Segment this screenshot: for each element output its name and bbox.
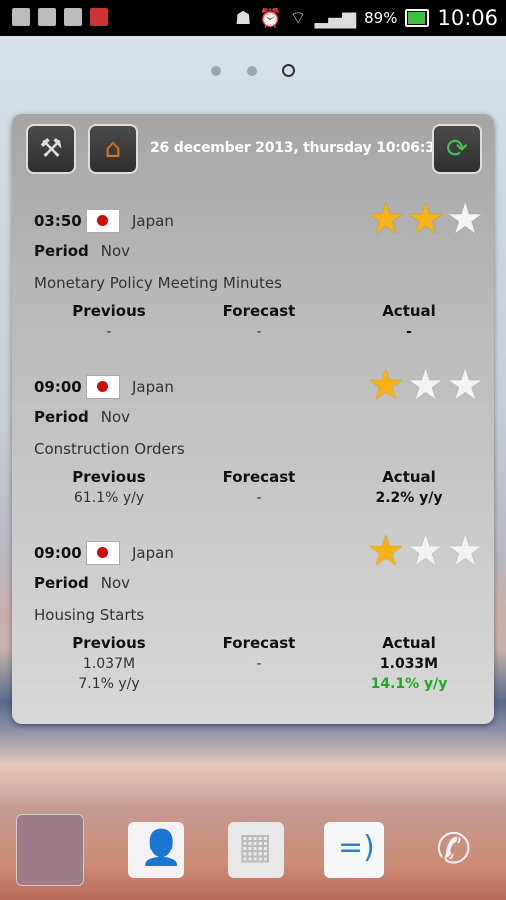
event-country: Japan [132,378,174,396]
clock: 10:06 [437,6,498,30]
grid-icon: ▦ [238,826,273,867]
japan-flag-icon [86,375,120,399]
forecast-value: - [256,324,262,340]
refresh-icon: ⟳ [446,134,468,164]
homescreen-page-indicator [0,60,506,79]
phone-icon: ✆ [436,824,472,873]
previous-value: 1.037M [82,656,136,672]
importance-stars: ★ ★ ★ [367,364,484,406]
widget-date: 26 december 2013, thursday 10:06:39 [150,140,445,156]
page-dot[interactable] [246,65,257,76]
period-value: Nov [100,242,131,260]
forecast-header: Forecast [222,634,296,652]
event-name: Construction Orders [34,440,185,458]
android-icon: ☗ [235,7,252,29]
forecast-value: - [256,656,262,672]
system-icons: ☗ ⏰ ⌔ ▂▄▆ 89% 10:06 [235,6,498,30]
star-empty-icon: ★ [446,526,484,575]
period-value: Nov [100,408,131,426]
previous-header: Previous [72,634,146,652]
star-filled-icon: ★ [367,360,405,409]
star-filled-icon: ★ [406,194,445,243]
event-name: Monetary Policy Meeting Minutes [34,274,282,292]
actual-header: Actual [382,634,436,652]
app-drawer-button[interactable]: ▦ [228,822,284,878]
event-time: 09:00 [34,544,82,562]
alarm-icon: ⏰ [259,7,282,29]
event-time: 09:00 [34,378,82,396]
period-label: Period [34,574,89,592]
forecast-value: - [256,490,262,506]
notification-icons [12,8,108,26]
japan-flag-icon [86,541,120,565]
importance-stars: ★ ★ ★ [367,198,484,240]
forecast-header: Forecast [222,468,296,486]
wifi-icon: ⌔ [289,7,307,29]
event-country: Japan [132,544,174,562]
camera-icon [64,8,82,26]
phone-app[interactable]: ✆ [428,822,484,878]
period-label: Period [34,242,89,260]
page-dot[interactable] [211,65,222,76]
actual-header: Actual [382,468,436,486]
star-empty-icon: ★ [406,526,445,575]
star-empty-icon: ★ [406,360,445,409]
contacts-icon: 👤 [140,828,183,868]
importance-stars: ★ ★ ★ [367,530,484,572]
period-value: Nov [100,574,131,592]
previous-value: 61.1% y/y [73,490,145,506]
actual-value: 2.2% y/y [375,490,443,506]
refresh-button[interactable]: ⟳ [432,124,482,174]
actual-value: - [406,324,412,340]
previous-value-yoy: 7.1% y/y [78,676,140,692]
economic-calendar-widget: ⚒ ⌂ 26 december 2013, thursday 10:06:39 … [12,114,494,724]
forecast-header: Forecast [222,302,296,320]
previous-header: Previous [72,302,146,320]
messaging-app[interactable]: =) [324,822,384,878]
star-empty-icon: ★ [446,194,484,243]
page-dot-active[interactable] [281,64,295,77]
gallery-icon [38,8,56,26]
event-item[interactable]: 09:00 Japan ★ ★ ★ Period Nov Construction… [34,364,484,507]
event-name: Housing Starts [34,606,145,624]
previous-value: - [106,324,112,340]
status-bar: ☗ ⏰ ⌔ ▂▄▆ 89% 10:06 [0,0,506,36]
contacts-app[interactable]: 👤 [128,822,184,878]
app-notification-icon [90,8,108,26]
event-country: Japan [132,212,174,230]
actual-header: Actual [382,302,436,320]
previous-header: Previous [72,468,146,486]
star-filled-icon: ★ [367,194,405,243]
star-filled-icon: ★ [367,526,405,575]
battery-percent: 89% [364,9,398,27]
star-empty-icon: ★ [446,360,484,409]
app-folder[interactable] [16,814,84,886]
event-item[interactable]: 09:00 Japan ★ ★ ★ Period Nov Housing Star… [34,530,484,693]
home-icon: ⌂ [104,134,122,164]
message-icon: =) [338,830,375,865]
actual-value-yoy: 14.1% y/y [370,676,448,692]
actual-value: 1.033M [379,656,439,672]
home-button[interactable]: ⌂ [88,124,138,174]
event-time: 03:50 [34,212,82,230]
event-item[interactable]: 03:50 Japan ★ ★ ★ Period Nov Monetary Pol… [34,198,484,341]
homescreen-dock: 👤 ▦ =) ✆ [0,810,506,900]
settings-button[interactable]: ⚒ [26,124,76,174]
signal-icon: ▂▄▆ [314,7,357,29]
battery-icon [405,9,430,27]
tools-icon: ⚒ [39,134,63,164]
dropbox-icon [12,8,30,26]
japan-flag-icon [86,209,120,233]
period-label: Period [34,408,89,426]
